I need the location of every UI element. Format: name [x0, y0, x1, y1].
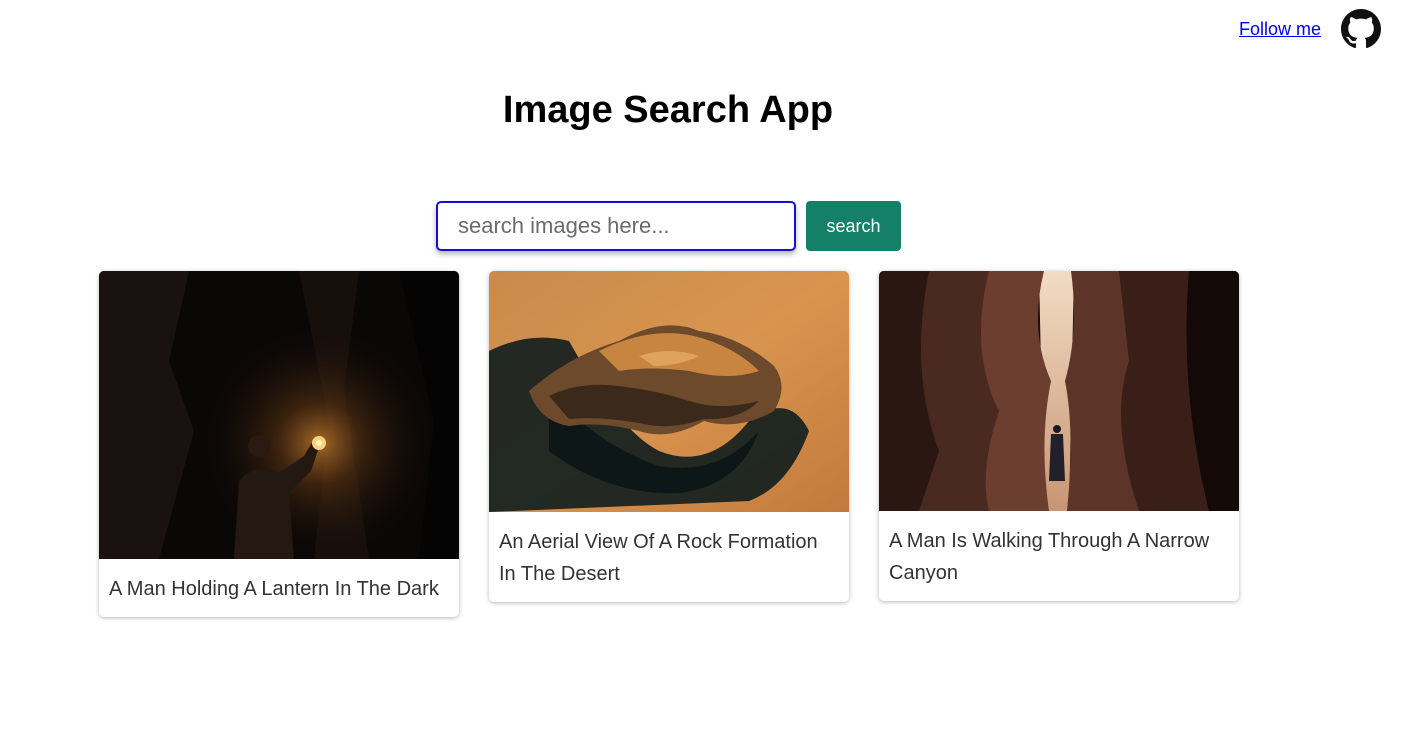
- search-results: A Man Holding A Lantern In The Dark An A…: [99, 271, 1239, 617]
- follow-me-link[interactable]: Follow me: [1239, 19, 1321, 40]
- page-title: Image Search App: [502, 89, 834, 131]
- github-icon[interactable]: [1341, 9, 1381, 49]
- man-lantern-image[interactable]: [99, 271, 459, 559]
- top-bar: Follow me: [1239, 9, 1381, 49]
- result-caption[interactable]: An Aerial View Of A Rock Formation In Th…: [489, 512, 849, 602]
- result-card[interactable]: A Man Is Walking Through A Narrow Canyon: [879, 271, 1239, 601]
- desert-rock-image[interactable]: [489, 271, 849, 512]
- result-caption[interactable]: A Man Holding A Lantern In The Dark: [99, 559, 459, 617]
- result-caption[interactable]: A Man Is Walking Through A Narrow Canyon: [879, 511, 1239, 601]
- search-input[interactable]: [436, 201, 796, 251]
- search-button[interactable]: search: [806, 201, 901, 251]
- result-card[interactable]: An Aerial View Of A Rock Formation In Th…: [489, 271, 849, 602]
- narrow-canyon-image[interactable]: [879, 271, 1239, 511]
- search-form: search: [436, 201, 901, 251]
- result-card[interactable]: A Man Holding A Lantern In The Dark: [99, 271, 459, 617]
